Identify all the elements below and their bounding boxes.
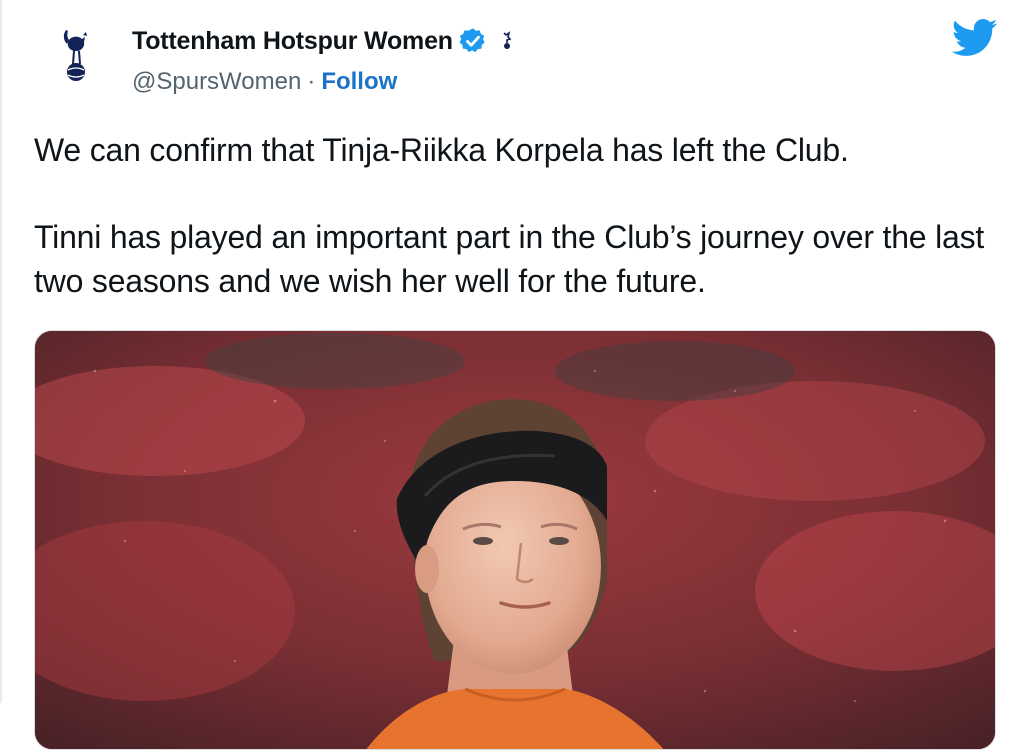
author-handle-row: @SpursWomen · Follow [132,66,397,98]
tweet-paragraph: Tinni has played an important part in th… [34,219,985,299]
separator-dot: · [307,68,316,95]
verified-badge-icon [459,27,487,55]
cockerel-emoji-icon [501,31,513,51]
twitter-bird-icon[interactable] [951,18,998,58]
tweet-card: Tottenham Hotspur Women @SpursWomen · Fo… [0,0,1024,750]
spurs-cockerel-icon [63,30,87,81]
tweet-photo[interactable] [34,330,996,750]
author-handle[interactable]: @SpursWomen [132,68,301,96]
player-photo [35,331,995,749]
avatar[interactable] [54,26,100,96]
author-name-row: Tottenham Hotspur Women [132,24,513,58]
tweet-paragraph: We can confirm that Tinja-Riikka Korpela… [34,132,849,168]
follow-button[interactable]: Follow [321,68,397,96]
tweet-text: We can confirm that Tinja-Riikka Korpela… [34,128,1014,303]
tweet-header: Tottenham Hotspur Women @SpursWomen · Fo… [2,0,1024,110]
author-display-name[interactable]: Tottenham Hotspur Women [132,27,453,56]
